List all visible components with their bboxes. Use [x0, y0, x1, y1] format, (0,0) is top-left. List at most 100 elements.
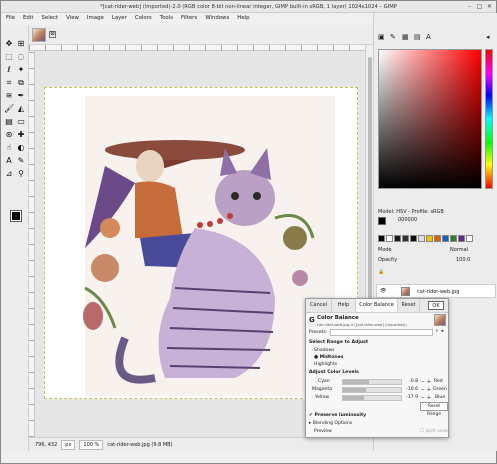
- reset-button[interactable]: Reset: [398, 299, 420, 312]
- menu-filters[interactable]: Filters: [177, 13, 201, 24]
- yellow-blue-value[interactable]: -17.9: [398, 395, 418, 400]
- image-tab-thumbnail[interactable]: [32, 28, 46, 42]
- preserve-luminosity-checkbox[interactable]: ✔ Preserve luminosity: [309, 413, 366, 418]
- color-picker-icon[interactable]: ✎: [16, 156, 26, 166]
- magenta-green-value[interactable]: -10.6: [398, 387, 418, 392]
- levels-heading: Adjust Color Levels: [309, 370, 359, 375]
- menu-tools[interactable]: Tools: [156, 13, 177, 24]
- image-tab-close-icon[interactable]: ⊠: [49, 31, 56, 38]
- layer-name[interactable]: cat-rider-web.jpg: [417, 289, 459, 295]
- eraser-icon[interactable]: ▭: [16, 117, 26, 127]
- lock-icon[interactable]: 🔒: [378, 269, 384, 275]
- plus-icon[interactable]: +: [426, 395, 432, 401]
- close-window-button[interactable]: ✕: [486, 3, 493, 10]
- move-tool-icon[interactable]: ✥: [4, 39, 14, 49]
- hue-slider[interactable]: [485, 49, 493, 189]
- mode-select[interactable]: Normal: [450, 247, 468, 253]
- gradient-tab-icon[interactable]: ▤: [414, 33, 421, 41]
- cyan-red-value[interactable]: -0.8: [398, 379, 418, 384]
- layer-row[interactable]: 👁 cat-rider-web.jpg: [376, 284, 496, 298]
- maximize-button[interactable]: □: [476, 3, 483, 10]
- swatch[interactable]: [402, 235, 409, 242]
- fg-color-tab-icon[interactable]: ▣: [378, 33, 385, 41]
- menu-help[interactable]: Help: [233, 13, 253, 24]
- plus-icon[interactable]: +: [426, 387, 432, 393]
- unified-transform-icon[interactable]: ⧉: [16, 78, 26, 88]
- swatch[interactable]: [386, 235, 393, 242]
- window-title: *[cat-rider-web] (imported)-2.0 (RGB col…: [100, 4, 397, 10]
- midtones-radio[interactable]: ● Midtones: [314, 355, 344, 360]
- menu-select[interactable]: Select: [37, 13, 62, 24]
- menu-image[interactable]: Image: [83, 13, 108, 24]
- split-view-checkbox[interactable]: ☐ Split view: [420, 429, 448, 434]
- menu-layer[interactable]: Layer: [108, 13, 131, 24]
- preview-checkbox[interactable]: Preview: [314, 429, 332, 434]
- swatch[interactable]: [426, 235, 433, 242]
- paths-tool-icon[interactable]: ✒: [16, 91, 26, 101]
- layer-thumbnail: [401, 287, 410, 296]
- fuzzy-select-icon[interactable]: ✦: [16, 65, 26, 75]
- visibility-eye-icon[interactable]: 👁: [380, 288, 386, 294]
- smudge-tool-icon[interactable]: ☝: [4, 143, 14, 153]
- swatch[interactable]: [394, 235, 401, 242]
- menu-edit[interactable]: Edit: [19, 13, 37, 24]
- magenta-green-slider[interactable]: [342, 387, 402, 393]
- cancel-button[interactable]: Cancel: [306, 299, 332, 312]
- swatch[interactable]: [378, 235, 385, 242]
- blending-options-expander[interactable]: ▸ Blending Options: [309, 421, 352, 426]
- menu-view[interactable]: View: [62, 13, 83, 24]
- presets-combo[interactable]: [330, 329, 433, 336]
- zoom-select[interactable]: 100 %: [79, 439, 104, 450]
- magenta-label: Magenta: [312, 387, 333, 392]
- heal-tool-icon[interactable]: ✚: [16, 130, 26, 140]
- cyan-red-slider[interactable]: [342, 379, 402, 385]
- unit-select[interactable]: px: [61, 439, 76, 450]
- fill-tool-icon[interactable]: ◭: [16, 104, 26, 114]
- menu-windows[interactable]: Windows: [201, 13, 233, 24]
- swatch[interactable]: [442, 235, 449, 242]
- ellipse-select-icon[interactable]: ◌: [16, 52, 26, 62]
- rect-select-icon[interactable]: ⬚: [4, 52, 14, 62]
- menu-colors[interactable]: Colors: [131, 13, 156, 24]
- measure-tool-icon[interactable]: ⊿: [4, 169, 14, 179]
- minimize-button[interactable]: –: [466, 3, 473, 10]
- swatch[interactable]: [434, 235, 441, 242]
- gradient-tool-icon[interactable]: ▤: [4, 117, 14, 127]
- reset-range-button[interactable]: Reset Range: [420, 402, 448, 417]
- dock-menu-icon[interactable]: ◂: [486, 33, 490, 41]
- text-tool-icon[interactable]: A: [4, 156, 14, 166]
- zoom-tool-icon[interactable]: ⚲: [16, 169, 26, 179]
- swatch[interactable]: [450, 235, 457, 242]
- swatch[interactable]: [458, 235, 465, 242]
- paintbrush-icon[interactable]: 🖌: [4, 104, 14, 114]
- yellow-blue-slider[interactable]: [342, 395, 402, 401]
- highlights-radio[interactable]: Highlights: [314, 362, 337, 367]
- crop-tool-icon[interactable]: ⌗: [4, 78, 14, 88]
- font-tab-icon[interactable]: A: [426, 33, 431, 41]
- lasso-tool-icon[interactable]: ℓ: [4, 65, 14, 75]
- pattern-tab-icon[interactable]: ▦: [402, 33, 409, 41]
- plus-icon[interactable]: +: [426, 379, 432, 385]
- swatch[interactable]: [410, 235, 417, 242]
- opacity-value[interactable]: 100.0: [456, 257, 470, 263]
- clone-tool-icon[interactable]: ⊛: [4, 130, 14, 140]
- drawable-preview: [434, 314, 446, 326]
- add-preset-icon[interactable]: +: [435, 329, 439, 334]
- help-button[interactable]: Help: [332, 299, 356, 312]
- ok-button[interactable]: OK: [428, 301, 444, 310]
- color-saturation-value-area[interactable]: [378, 49, 482, 189]
- range-heading: Select Range to Adjust: [309, 340, 369, 345]
- shadows-radio[interactable]: Shadows: [314, 348, 335, 353]
- dodge-burn-icon[interactable]: ◐: [16, 143, 26, 153]
- swatch[interactable]: [466, 235, 473, 242]
- swatch[interactable]: [418, 235, 425, 242]
- foreground-color[interactable]: [11, 211, 21, 221]
- red-label: Red: [434, 379, 443, 384]
- align-tool-icon[interactable]: ⊞: [16, 39, 26, 49]
- brush-tab-icon[interactable]: ✎: [390, 33, 396, 41]
- warp-tool-icon[interactable]: ≋: [4, 91, 14, 101]
- gimp-window: *[cat-rider-web] (imported)-2.0 (RGB col…: [0, 0, 497, 464]
- preset-menu-icon[interactable]: ◂: [441, 329, 443, 334]
- hex-field[interactable]: 000000: [398, 217, 417, 223]
- menu-file[interactable]: File: [2, 13, 19, 24]
